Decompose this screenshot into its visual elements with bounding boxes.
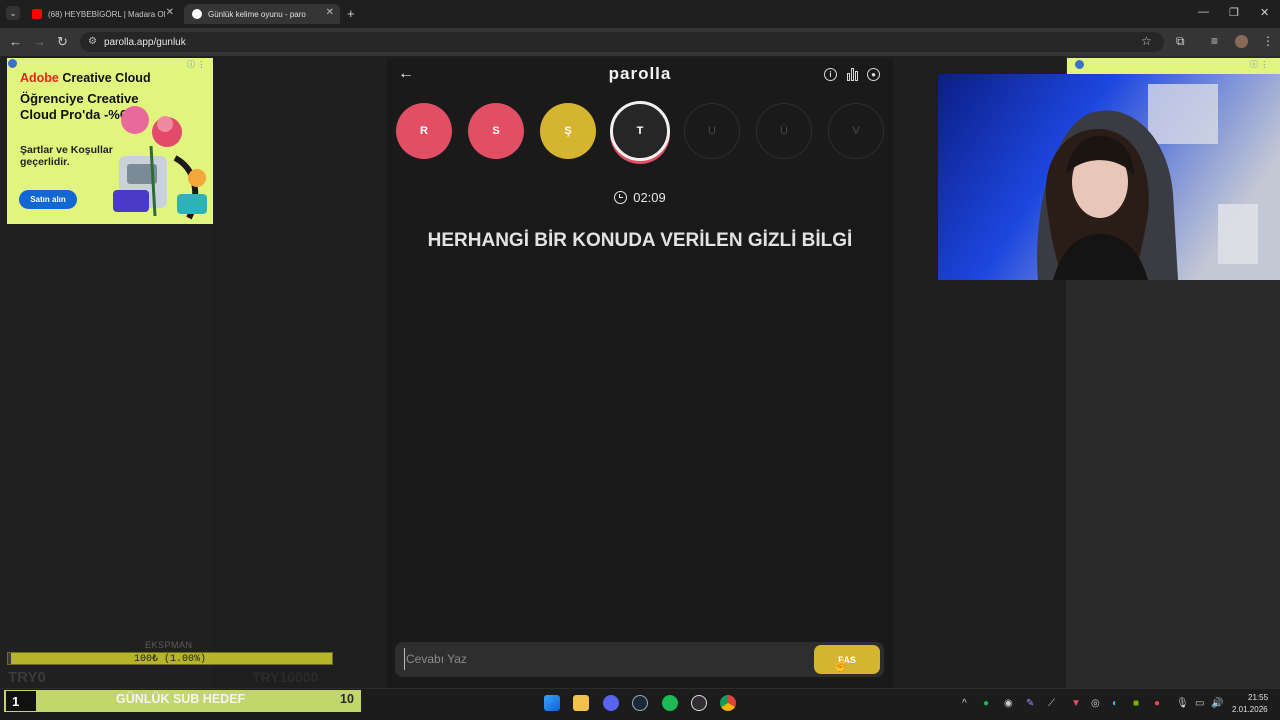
- tab-parolla[interactable]: Günlük kelime oyunu - paro ✕: [184, 4, 340, 24]
- close-tab-icon[interactable]: ✕: [166, 7, 174, 18]
- letter-t-current: T: [610, 101, 670, 161]
- close-window-icon[interactable]: ✕: [1260, 6, 1269, 19]
- donation-progress-text: 100₺ (1.00%): [133, 654, 207, 665]
- ad-badge-icon: [1075, 60, 1084, 69]
- answer-input[interactable]: [404, 648, 804, 670]
- timer: 02:09: [600, 190, 680, 205]
- microphone-icon[interactable]: 🎙: [1176, 698, 1189, 709]
- letter-u-umlaut: Ü: [756, 103, 812, 159]
- letter-s: S: [468, 103, 524, 159]
- address-bar[interactable]: ⚙ parolla.app/gunluk: [80, 32, 1164, 52]
- stats-icon[interactable]: [846, 68, 859, 81]
- profile-icon[interactable]: ●: [867, 68, 880, 81]
- letter-u: U: [684, 103, 740, 159]
- volume-icon[interactable]: 🔊: [1211, 698, 1223, 709]
- tray-obs-icon[interactable]: ◎: [1091, 698, 1100, 709]
- tray-slash-icon[interactable]: ⟋: [1048, 698, 1055, 709]
- ad-info-icon[interactable]: ⓘ ⋮: [187, 59, 205, 70]
- forward-icon[interactable]: →: [33, 34, 46, 49]
- tab-search-button[interactable]: ⌄: [6, 6, 20, 20]
- tab-title: (68) HEYBEBİGÖRL | Madara Ol: [48, 9, 166, 19]
- sub-goal-target: 10: [340, 692, 354, 706]
- ad-badge-icon: [8, 59, 17, 68]
- letter-s-cedilla: Ş: [540, 103, 596, 159]
- tab-youtube[interactable]: (68) HEYBEBİGÖRL | Madara Ol ✕: [24, 4, 180, 24]
- tray-pen-icon[interactable]: ✎: [1026, 698, 1034, 709]
- obs-icon[interactable]: [691, 695, 707, 711]
- parolla-logo[interactable]: parolla: [560, 64, 720, 84]
- tab-title: Günlük kelime oyunu - paro: [208, 9, 306, 19]
- webcam-feed: [938, 74, 1280, 280]
- right-ad-banner[interactable]: [1067, 58, 1280, 74]
- site-settings-icon[interactable]: ⚙: [88, 36, 97, 47]
- letter-v: V: [828, 103, 884, 159]
- info-icon[interactable]: i: [824, 68, 837, 81]
- chrome-icon[interactable]: [720, 695, 736, 711]
- tray-app-icon[interactable]: ●: [983, 698, 989, 709]
- profile-avatar[interactable]: [1235, 35, 1248, 48]
- clock-time[interactable]: 21:55: [1248, 693, 1268, 702]
- show-hidden-icons[interactable]: ^: [962, 698, 967, 709]
- reload-icon[interactable]: ↻: [57, 34, 68, 50]
- windows-start-icon[interactable]: [544, 695, 560, 711]
- discord-icon[interactable]: [603, 695, 619, 711]
- timer-value: 02:09: [633, 190, 666, 205]
- network-icon[interactable]: ▭: [1195, 698, 1204, 709]
- clock-icon: [614, 191, 628, 204]
- menu-icon[interactable]: ⋮: [1262, 34, 1274, 48]
- clock-date[interactable]: 2.01.2026: [1232, 705, 1268, 714]
- goal-min-label: TRY0: [8, 669, 46, 686]
- ad-artwork: [113, 106, 207, 220]
- steam-icon[interactable]: [632, 695, 648, 711]
- parolla-favicon-icon: [192, 9, 202, 19]
- file-explorer-icon[interactable]: [573, 695, 589, 711]
- letter-r: R: [396, 103, 452, 159]
- youtube-icon: [32, 9, 42, 19]
- tray-nvidia-icon[interactable]: ■: [1133, 698, 1139, 709]
- hand-cursor-icon: ☝: [832, 656, 850, 672]
- ad-buy-button[interactable]: Satın alın: [19, 190, 77, 209]
- url-text: parolla.app/gunluk: [104, 36, 186, 48]
- question-text: HERHANGİ BİR KONUDA VERİLEN GİZLİ BİLGİ: [427, 230, 853, 251]
- spotify-icon[interactable]: [662, 695, 678, 711]
- back-arrow-icon[interactable]: ←: [398, 65, 414, 83]
- tray-app2-icon[interactable]: ●: [1154, 698, 1160, 709]
- new-tab-button[interactable]: +: [347, 6, 355, 21]
- extensions-icon[interactable]: ⧉: [1176, 34, 1185, 49]
- bookmark-star-icon[interactable]: ☆: [1141, 34, 1152, 48]
- back-icon[interactable]: ←: [9, 34, 22, 49]
- tray-vpn-icon[interactable]: ▼: [1071, 698, 1081, 709]
- goal-label: EKSPMAN: [145, 640, 193, 650]
- tray-steam-icon[interactable]: ◉: [1004, 698, 1013, 709]
- tray-edge-icon[interactable]: ◐: [1112, 698, 1118, 709]
- ad-info-icon[interactable]: ⓘ ⋮: [1250, 59, 1268, 70]
- sub-goal-count: 1: [6, 691, 36, 711]
- ad-brand: Adobe Creative Cloud: [20, 71, 151, 85]
- goal-max-label: TRY10000: [252, 669, 319, 685]
- restore-icon[interactable]: ❐: [1229, 6, 1239, 19]
- media-icon[interactable]: ≡: [1211, 34, 1218, 48]
- close-tab-icon[interactable]: ✕: [326, 7, 334, 18]
- sub-goal-title: GÜNLÜK SUB HEDEF: [116, 692, 246, 706]
- minimize-icon[interactable]: —: [1198, 6, 1209, 18]
- adobe-ad[interactable]: ⓘ ⋮ Adobe Creative Cloud Öğrenciye Creat…: [7, 58, 213, 224]
